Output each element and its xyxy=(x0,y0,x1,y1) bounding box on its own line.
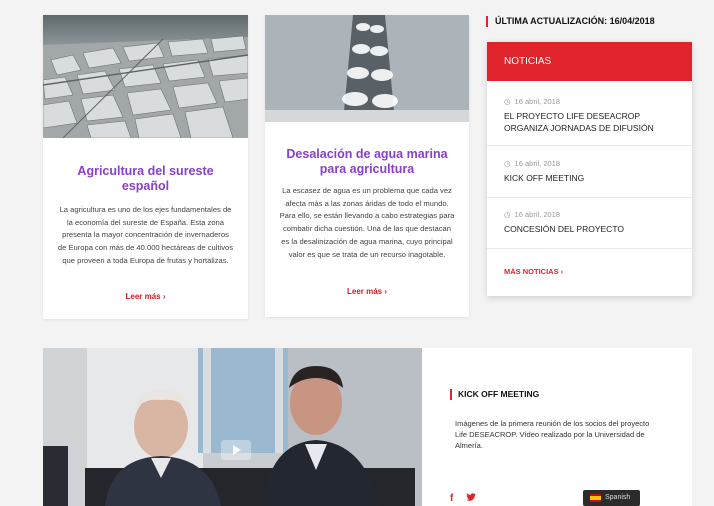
greenhouse-photo xyxy=(43,15,248,138)
news-item[interactable]: ◷ 16 abril, 2018 CONCESIÓN DEL PROYECTO xyxy=(504,210,680,235)
video-description: Imágenes de la primera reunión de los so… xyxy=(455,419,650,451)
video-info: KICK OFF MEETING Imágenes de la primera … xyxy=(422,348,692,506)
clock-icon: ◷ xyxy=(504,159,511,168)
card-agricultura: Agricultura del sureste español La agric… xyxy=(43,15,248,319)
spain-flag-icon xyxy=(590,494,601,502)
card-title: Agricultura del sureste español xyxy=(77,164,214,193)
divider xyxy=(487,248,692,249)
clock-icon: ◷ xyxy=(504,210,511,219)
language-label: Spanish xyxy=(605,494,631,501)
news-date: 16 abril, 2018 xyxy=(514,97,560,106)
news-item[interactable]: ◷ 16 abril, 2018 KICK OFF MEETING xyxy=(504,159,680,184)
read-more-link[interactable]: Leer más › xyxy=(265,287,469,296)
card-text: La agricultura es uno de los ejes fundam… xyxy=(57,205,234,265)
facebook-icon[interactable]: f xyxy=(450,493,453,504)
news-item[interactable]: ◷ 16 abril, 2018 EL PROYECTO LIFE DESEAC… xyxy=(504,97,680,134)
play-icon[interactable] xyxy=(221,440,251,460)
last-update-label: ÚLTIMA ACTUALIZACIÓN: 16/04/2018 xyxy=(486,16,655,27)
divider xyxy=(487,145,692,146)
news-date: 16 abril, 2018 xyxy=(514,159,560,168)
card-title: Desalación de agua marina para agricultu… xyxy=(286,147,448,176)
video-thumbnail[interactable] xyxy=(43,348,422,506)
card-desalacion: Desalación de agua marina para agricultu… xyxy=(265,15,469,317)
video-title: KICK OFF MEETING xyxy=(450,389,539,400)
news-date: 16 abril, 2018 xyxy=(514,210,560,219)
language-selector[interactable]: Spanish xyxy=(583,490,640,506)
clock-icon: ◷ xyxy=(504,97,511,106)
read-more-link[interactable]: Leer más › xyxy=(43,292,248,301)
news-panel: NOTICIAS ◷ 16 abril, 2018 EL PROYECTO LI… xyxy=(487,42,692,296)
water-outlet-photo xyxy=(265,15,469,122)
news-title[interactable]: EL PROYECTO LIFE DESEACROP ORGANIZA JORN… xyxy=(504,110,680,134)
divider xyxy=(487,197,692,198)
news-header: NOTICIAS xyxy=(487,42,692,81)
more-news-link[interactable]: MÁS NOTICIAS › xyxy=(504,267,563,276)
news-title[interactable]: KICK OFF MEETING xyxy=(504,172,680,184)
news-title[interactable]: CONCESIÓN DEL PROYECTO xyxy=(504,223,680,235)
card-text: La escasez de agua es un problema que ca… xyxy=(279,186,455,259)
twitter-icon[interactable] xyxy=(466,493,476,505)
